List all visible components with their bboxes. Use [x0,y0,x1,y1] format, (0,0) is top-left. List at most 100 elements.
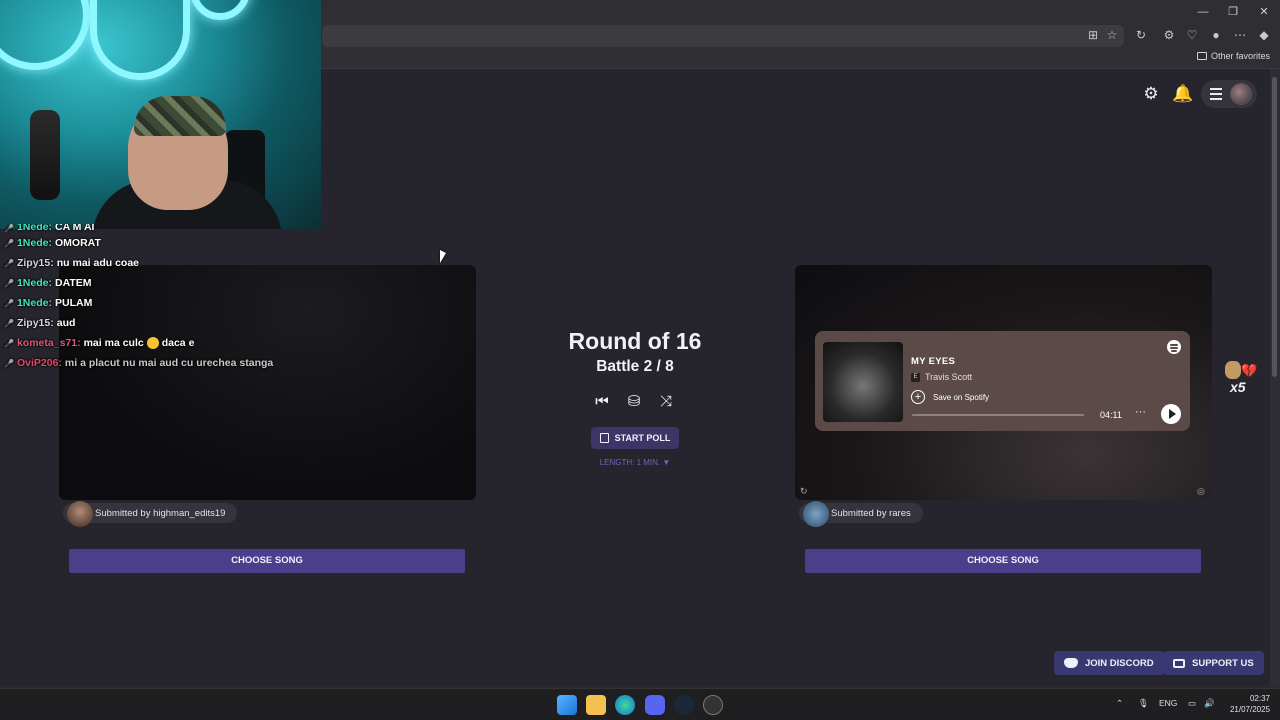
artist-name[interactable]: Travis Scott [925,372,972,382]
right-submitted-by: Submitted by rares [799,501,923,527]
battle-counter: Battle 2 / 8 [596,358,674,375]
microphone [30,110,60,200]
taskbar-clock[interactable]: 02:37 21/07/2025 [1226,693,1270,715]
chat-username: kometa_s71: [16,337,81,349]
page-scrollbar[interactable] [1270,69,1280,686]
more-options-icon[interactable]: ··· [1135,406,1146,418]
profile-icon[interactable]: ● [1207,26,1225,44]
download-coin-icon[interactable]: ⛁ [625,393,643,411]
track-title[interactable]: MY EYES [911,356,955,367]
chat-badge-icon: 🎤 [4,358,14,368]
notification-bell-icon[interactable]: 🔔 [1172,84,1193,104]
refresh-extension-icon[interactable]: ↻ [1132,26,1150,44]
chat-badge-icon: 🎤 [4,278,14,288]
app-settings-icon[interactable] [703,695,723,715]
start-poll-button[interactable]: START POLL [591,427,679,449]
support-us-label: SUPPORT US [1192,657,1254,669]
heart-extension-icon[interactable]: ♡ [1183,26,1201,44]
minimize-button[interactable]: — [1188,2,1218,22]
network-icon[interactable]: ▭ [1188,698,1196,709]
chat-text: mai ma culc [83,337,144,349]
right-submitted-text: Submitted by rares [831,507,911,519]
chat-message: 🎤 Zipy15: aud [4,313,334,333]
favorite-star-icon[interactable]: ☆ [1103,26,1121,44]
windows-taskbar: ⌃ 🎙 ENG ▭ 🔊 02:37 21/07/2025 [0,688,1280,720]
chat-badge-icon: 🎤 [4,318,14,328]
chat-message: 🎤 1Nede: CA M AI [4,224,334,233]
settings-gear-icon[interactable]: ⚙ [1141,84,1161,104]
chat-text: nu mai adu coae [56,257,140,269]
discord-icon [1064,658,1078,668]
side-reaction-widget: 💔 x5 [1223,359,1257,397]
spotify-logo-icon[interactable] [1167,340,1181,354]
chat-text: aud [56,317,76,329]
left-submitted-by: Submitted by highman_edits19 [63,501,238,527]
chat-message: 🎤 1Nede: PULAM [4,293,334,313]
start-windows-icon[interactable] [557,695,577,715]
hide-icon[interactable]: ◎ [1197,486,1207,496]
apps-icon[interactable]: ⊞ [1084,26,1102,44]
chat-message: 🎤 Zipy15: nu mai adu coae [4,253,334,273]
chat-message: 🎤 OviP206: mi a placut nu mai aud cu ure… [4,353,334,373]
extension-icon[interactable]: ⚙ [1160,26,1178,44]
save-on-spotify-button[interactable]: + Save on Spotify [911,390,989,404]
tray-chevron-icon[interactable]: ⌃ [1116,698,1123,709]
previous-battle-icon[interactable]: ⏮ [593,393,611,411]
right-song-video[interactable]: MY EYES E Travis Scott + Save on Spotify… [795,265,1212,500]
poll-length-select[interactable]: LENGTH: 1 MIN. ▼ [560,458,710,467]
neon-light [90,0,190,80]
explicit-badge: E [911,372,920,382]
chat-badge-icon: 🎤 [4,258,14,268]
broken-heart-icon: 💔 [1241,363,1258,378]
chat-message: 🎤 1Nede: OMORAT [4,233,334,253]
streamer-cap [134,96,226,136]
close-button[interactable]: ✕ [1249,2,1279,22]
chat-badge-icon: 🎤 [4,238,14,248]
refresh-icon[interactable]: ↻ [800,486,810,496]
shuffle-icon[interactable]: ⤨ [657,393,675,411]
support-cup-icon [1173,658,1185,668]
address-bar[interactable] [322,25,1124,47]
microphone-tray-icon[interactable]: 🎙 [1138,698,1149,709]
track-progress-bar[interactable] [912,414,1084,416]
chat-text: PULAM [54,297,93,309]
right-choose-song-button[interactable]: CHOOSE SONG [805,549,1201,573]
clock-time: 02:37 [1249,694,1270,703]
join-discord-label: JOIN DISCORD [1085,657,1154,669]
play-button[interactable] [1161,404,1181,424]
left-submitted-text: Submitted by highman_edits19 [95,507,226,519]
chat-text: daca e [161,337,195,349]
support-us-button[interactable]: SUPPORT US [1163,651,1264,675]
user-menu-button[interactable] [1201,80,1257,108]
save-on-spotify-label: Save on Spotify [933,392,990,402]
clock-date: 21/07/2025 [1229,705,1270,714]
streamer-webcam [0,0,321,229]
chat-message: 🎤 kometa_s71: mai ma culc daca e [4,333,334,353]
volume-icon[interactable]: 🔊 [1204,698,1215,709]
chat-message: 🎤 1Nede: DATEM [4,273,334,293]
edge-browser-icon[interactable] [615,695,635,715]
other-favorites-label: Other favorites [1210,51,1270,61]
discord-app-icon[interactable] [645,695,665,715]
steam-icon[interactable] [674,695,694,715]
user-avatar [1230,83,1252,105]
scrollbar-thumb[interactable] [1272,77,1277,377]
maximize-button[interactable]: ❐ [1218,2,1248,22]
chat-username: Zipy15: [16,257,54,269]
other-favorites-folder[interactable]: Other favorites [1196,51,1270,61]
chat-username: 1Nede: [16,277,52,289]
submitter-avatar [803,501,829,527]
chat-text: DATEM [54,277,92,289]
copilot-icon[interactable]: ◆ [1255,26,1273,44]
emote-icon [146,337,159,349]
file-explorer-icon[interactable] [586,695,606,715]
chat-text: OMORAT [54,237,101,249]
track-artist-row: E Travis Scott [911,372,972,382]
left-choose-song-button[interactable]: CHOOSE SONG [69,549,465,573]
join-discord-button[interactable]: JOIN DISCORD [1054,651,1164,675]
mouse-cursor [440,250,446,263]
more-menu-icon[interactable]: ⋯ [1231,26,1249,44]
language-indicator[interactable]: ENG [1159,698,1177,708]
chat-badge-icon: 🎤 [4,338,14,348]
neon-light [190,0,250,20]
